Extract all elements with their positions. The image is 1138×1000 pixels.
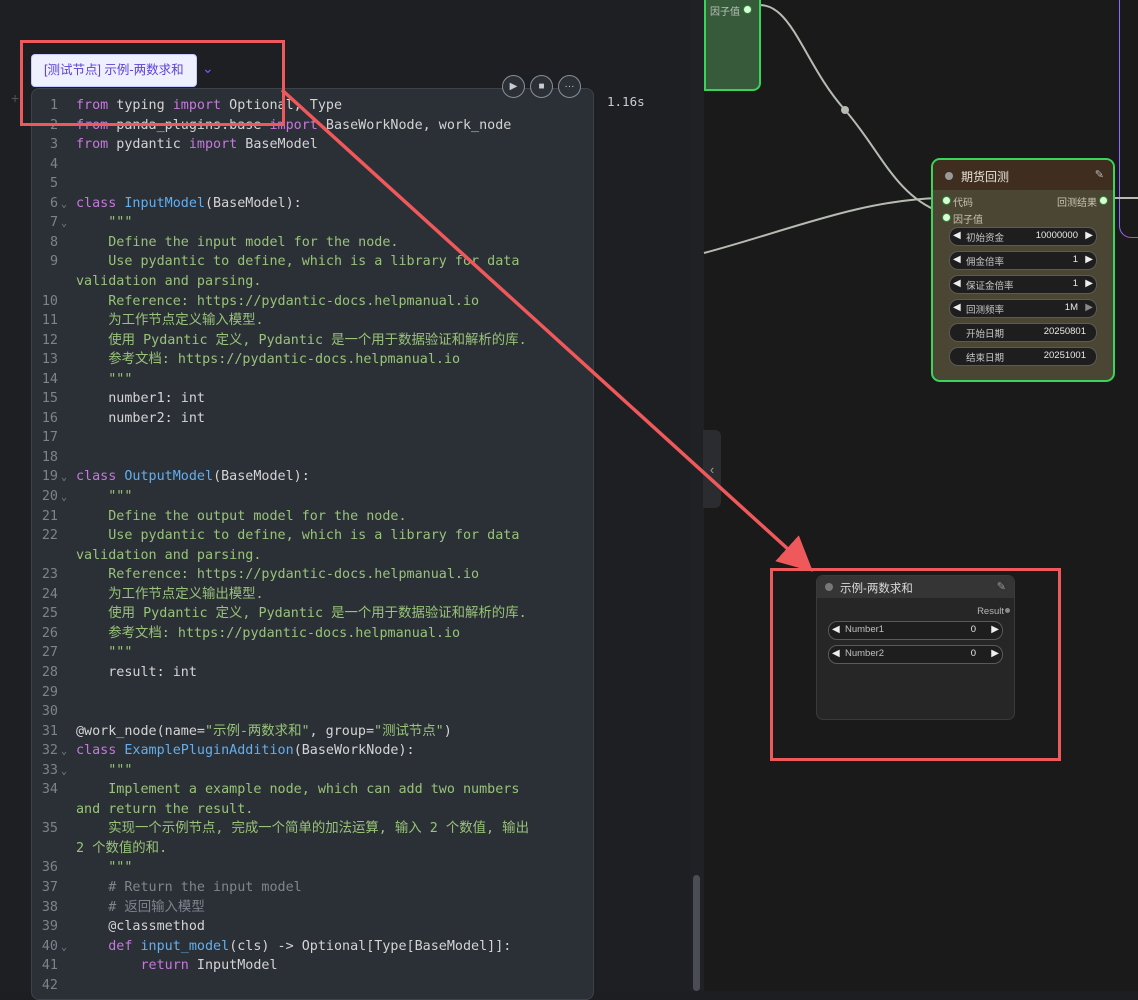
annotation-arrow xyxy=(280,88,813,572)
